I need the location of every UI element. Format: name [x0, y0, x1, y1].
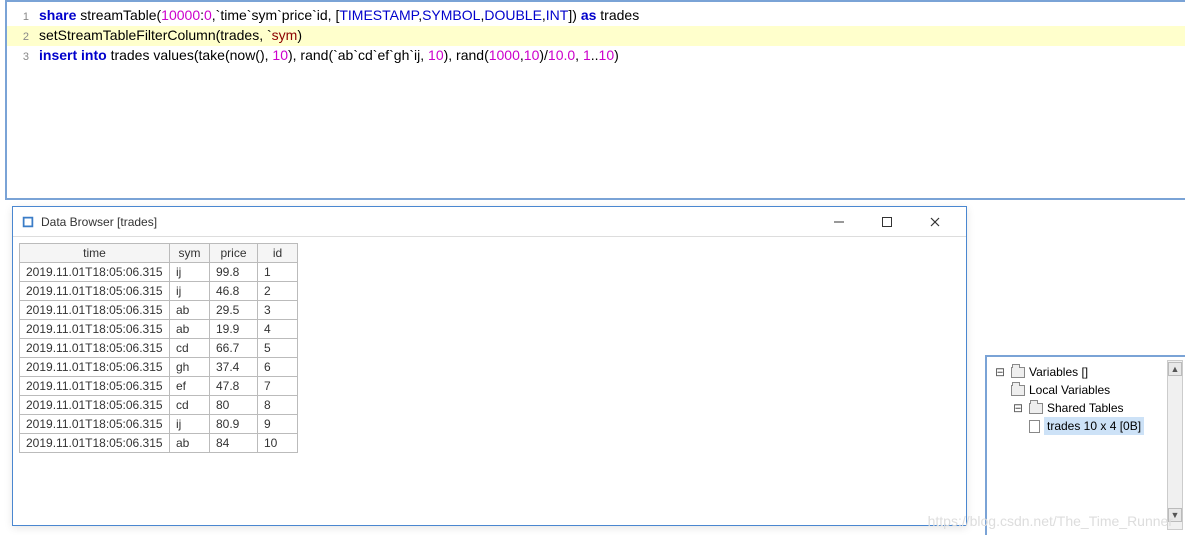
table-cell[interactable]: ef [170, 377, 210, 396]
table-cell[interactable]: cd [170, 396, 210, 415]
table-cell[interactable]: 47.8 [210, 377, 258, 396]
code-text[interactable]: share streamTable(10000:0,`time`sym`pric… [39, 6, 1185, 26]
folder-icon [1011, 385, 1025, 396]
code-line[interactable]: 2setStreamTableFilterColumn(trades, `sym… [7, 26, 1185, 46]
toggle-icon[interactable]: ⊟ [1011, 399, 1025, 417]
table-cell[interactable]: 80.9 [210, 415, 258, 434]
table-row[interactable]: 2019.11.01T18:05:06.315ab19.94 [20, 320, 298, 339]
window-title: Data Browser [trades] [41, 215, 157, 229]
table-cell[interactable]: 2019.11.01T18:05:06.315 [20, 320, 170, 339]
data-table[interactable]: timesympriceid 2019.11.01T18:05:06.315ij… [19, 243, 298, 453]
table-cell[interactable]: gh [170, 358, 210, 377]
table-cell[interactable]: 19.9 [210, 320, 258, 339]
table-cell[interactable]: 3 [258, 301, 298, 320]
tree-local-vars[interactable]: Local Variables [993, 381, 1179, 399]
table-cell[interactable]: ab [170, 434, 210, 453]
table-cell[interactable]: ab [170, 320, 210, 339]
table-cell[interactable]: ij [170, 415, 210, 434]
table-cell[interactable]: 2019.11.01T18:05:06.315 [20, 301, 170, 320]
table-cell[interactable]: 2019.11.01T18:05:06.315 [20, 396, 170, 415]
table-cell[interactable]: 2019.11.01T18:05:06.315 [20, 434, 170, 453]
table-cell[interactable]: 37.4 [210, 358, 258, 377]
toggle-icon[interactable]: ⊟ [993, 363, 1007, 381]
trades-entry-label: trades 10 x 4 [0B] [1044, 417, 1144, 435]
variables-panel: ⊟ Variables [] Local Variables ⊟ Shared … [985, 355, 1185, 535]
table-cell[interactable]: 2 [258, 282, 298, 301]
tree-root-label: Variables [] [1029, 363, 1088, 381]
table-cell[interactable]: 66.7 [210, 339, 258, 358]
column-header[interactable]: sym [170, 244, 210, 263]
table-cell[interactable]: ij [170, 282, 210, 301]
table-row[interactable]: 2019.11.01T18:05:06.315cd66.75 [20, 339, 298, 358]
scrollbar[interactable]: ▲ ▼ [1167, 360, 1183, 530]
data-browser-window: Data Browser [trades] timesympriceid 201… [12, 206, 967, 526]
table-row[interactable]: 2019.11.01T18:05:06.315cd808 [20, 396, 298, 415]
table-cell[interactable]: 10 [258, 434, 298, 453]
table-cell[interactable]: 46.8 [210, 282, 258, 301]
column-header[interactable]: price [210, 244, 258, 263]
column-header[interactable]: time [20, 244, 170, 263]
document-icon [1029, 420, 1040, 433]
line-number: 2 [7, 26, 39, 46]
table-cell[interactable]: 4 [258, 320, 298, 339]
table-row[interactable]: 2019.11.01T18:05:06.315ef47.87 [20, 377, 298, 396]
table-cell[interactable]: 5 [258, 339, 298, 358]
table-cell[interactable]: ij [170, 263, 210, 282]
table-cell[interactable]: 80 [210, 396, 258, 415]
table-row[interactable]: 2019.11.01T18:05:06.315ij46.82 [20, 282, 298, 301]
app-icon [21, 215, 35, 229]
table-cell[interactable]: 29.5 [210, 301, 258, 320]
table-cell[interactable]: 7 [258, 377, 298, 396]
tree-root[interactable]: ⊟ Variables [] [993, 363, 1179, 381]
table-cell[interactable]: 2019.11.01T18:05:06.315 [20, 263, 170, 282]
minimize-button[interactable] [824, 216, 854, 228]
code-line[interactable]: 1share streamTable(10000:0,`time`sym`pri… [7, 6, 1185, 26]
table-cell[interactable]: 2019.11.01T18:05:06.315 [20, 415, 170, 434]
window-titlebar[interactable]: Data Browser [trades] [13, 207, 966, 237]
table-cell[interactable]: 84 [210, 434, 258, 453]
table-cell[interactable]: 2019.11.01T18:05:06.315 [20, 282, 170, 301]
table-cell[interactable]: 2019.11.01T18:05:06.315 [20, 339, 170, 358]
table-row[interactable]: 2019.11.01T18:05:06.315ab8410 [20, 434, 298, 453]
folder-icon [1011, 367, 1025, 378]
table-row[interactable]: 2019.11.01T18:05:06.315gh37.46 [20, 358, 298, 377]
folder-icon [1029, 403, 1043, 414]
table-cell[interactable]: cd [170, 339, 210, 358]
code-editor[interactable]: 1share streamTable(10000:0,`time`sym`pri… [5, 0, 1185, 200]
table-row[interactable]: 2019.11.01T18:05:06.315ij99.81 [20, 263, 298, 282]
column-header[interactable]: id [258, 244, 298, 263]
close-button[interactable] [920, 216, 950, 228]
table-cell[interactable]: 8 [258, 396, 298, 415]
table-cell[interactable]: ab [170, 301, 210, 320]
tree-local-label: Local Variables [1029, 381, 1110, 399]
code-text[interactable]: insert into trades values(take(now(), 10… [39, 46, 1185, 66]
code-text[interactable]: setStreamTableFilterColumn(trades, `sym) [39, 26, 1185, 46]
table-cell[interactable]: 9 [258, 415, 298, 434]
code-line[interactable]: 3insert into trades values(take(now(), 1… [7, 46, 1185, 66]
scroll-down-button[interactable]: ▼ [1168, 508, 1182, 522]
table-row[interactable]: 2019.11.01T18:05:06.315ij80.99 [20, 415, 298, 434]
maximize-button[interactable] [872, 216, 902, 228]
table-cell[interactable]: 2019.11.01T18:05:06.315 [20, 377, 170, 396]
line-number: 3 [7, 46, 39, 66]
table-cell[interactable]: 6 [258, 358, 298, 377]
tree-item-trades[interactable]: trades 10 x 4 [0B] [993, 417, 1179, 435]
table-row[interactable]: 2019.11.01T18:05:06.315ab29.53 [20, 301, 298, 320]
table-cell[interactable]: 99.8 [210, 263, 258, 282]
line-number: 1 [7, 6, 39, 26]
tree-shared-tables[interactable]: ⊟ Shared Tables [993, 399, 1179, 417]
tree-shared-label: Shared Tables [1047, 399, 1124, 417]
scroll-up-button[interactable]: ▲ [1168, 362, 1182, 376]
table-cell[interactable]: 2019.11.01T18:05:06.315 [20, 358, 170, 377]
table-cell[interactable]: 1 [258, 263, 298, 282]
